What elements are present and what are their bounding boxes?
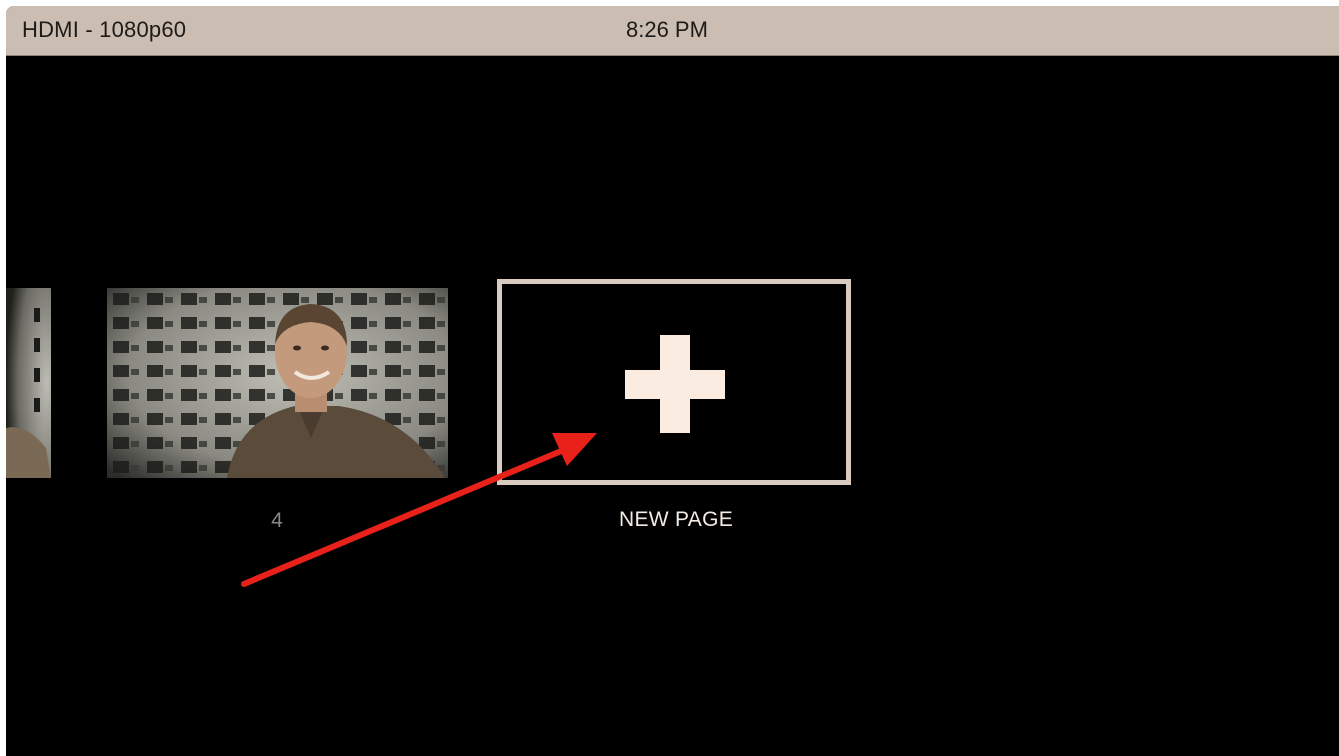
page-thumbnail-partial[interactable] (6, 288, 51, 478)
monitor-screen: HDMI - 1080p60 8:26 PM 4 NEW PAGE (6, 6, 1339, 756)
plus-icon-bar (625, 370, 725, 399)
clock-time: 8:26 PM (626, 17, 708, 42)
page-thumbnail-image (107, 288, 448, 478)
new-page-label: NEW PAGE (618, 508, 734, 531)
input-format-label: HDMI - 1080p60 (22, 17, 187, 42)
page-label-4: 4 (271, 509, 283, 532)
status-bar: HDMI - 1080p60 8:26 PM (6, 6, 1339, 56)
new-page-button[interactable] (497, 279, 851, 485)
page-thumbnail-image (6, 288, 51, 478)
page-thumbnail-4[interactable] (107, 288, 448, 478)
